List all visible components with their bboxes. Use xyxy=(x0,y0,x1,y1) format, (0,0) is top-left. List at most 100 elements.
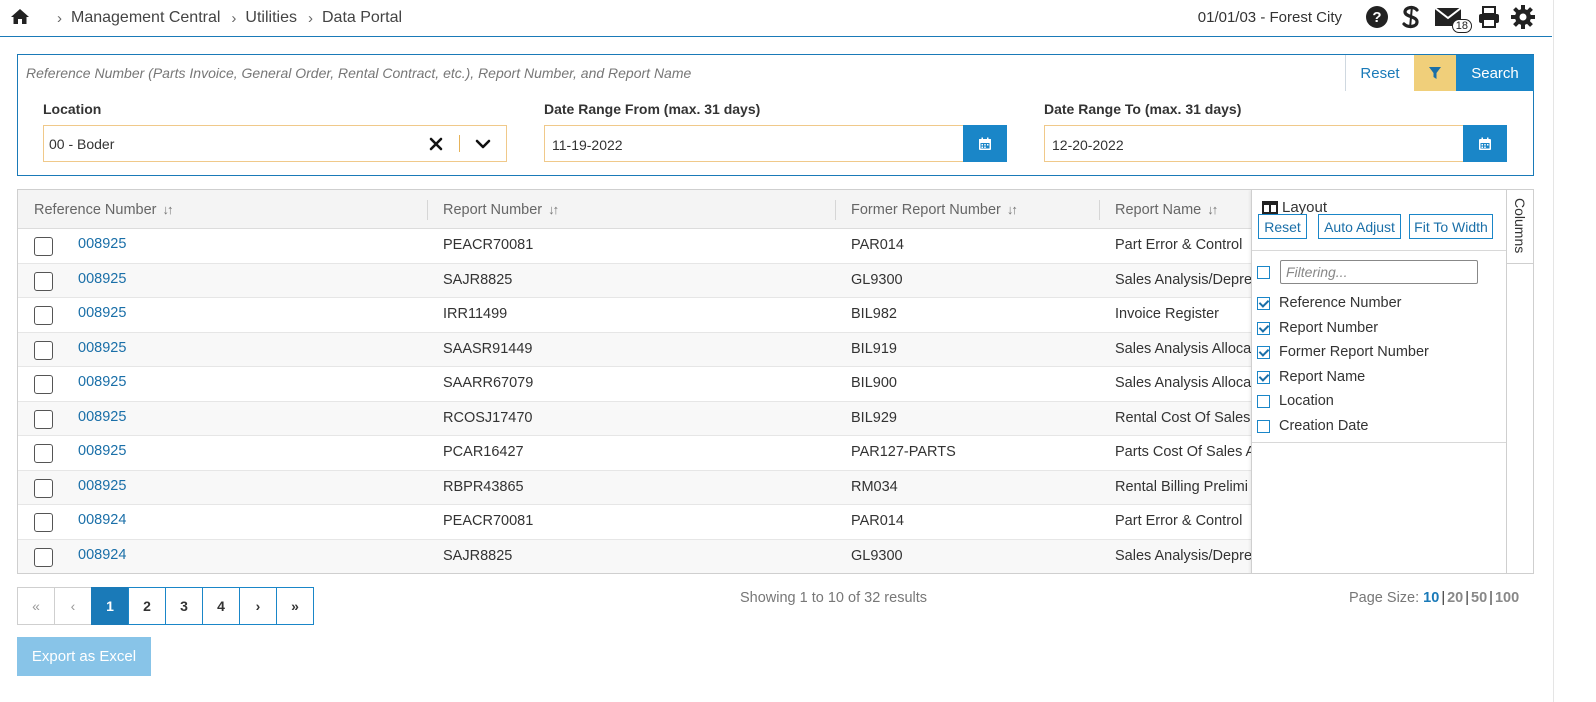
column-header-former-report-number[interactable]: Former Report Number ↓↑ xyxy=(851,190,1018,229)
column-toggle-label[interactable]: Creation Date xyxy=(1279,418,1368,434)
row-checkbox[interactable] xyxy=(34,547,53,567)
breadcrumb-management-central[interactable]: Management Central xyxy=(71,9,220,27)
report-name-cell: Invoice Register xyxy=(1115,306,1219,322)
export-excel-button[interactable]: Export as Excel xyxy=(17,637,151,676)
reference-number-link[interactable]: 008925 xyxy=(78,305,126,321)
former-report-number-cell: BIL900 xyxy=(851,375,897,391)
search-input[interactable] xyxy=(18,55,1344,91)
reference-number-link[interactable]: 008925 xyxy=(78,478,126,494)
auto-adjust-button[interactable]: Auto Adjust xyxy=(1318,214,1401,239)
column-toggle-label[interactable]: Report Name xyxy=(1279,369,1365,385)
pagination: « ‹ 1 2 3 4 › » xyxy=(17,587,314,625)
reference-number-link[interactable]: 008925 xyxy=(78,271,126,287)
column-toggle-label[interactable]: Reference Number xyxy=(1279,295,1402,311)
print-icon[interactable] xyxy=(1476,4,1502,30)
column-toggle-checkbox[interactable] xyxy=(1257,370,1270,384)
page-size-50[interactable]: 50 xyxy=(1471,590,1487,606)
page-4-button[interactable]: 4 xyxy=(202,587,240,625)
former-report-number-cell: GL9300 xyxy=(851,271,903,288)
row-checkbox[interactable] xyxy=(34,271,53,291)
next-page-button[interactable]: › xyxy=(239,587,277,625)
row-checkbox[interactable] xyxy=(34,306,53,325)
select-all-columns-checkbox[interactable] xyxy=(1257,266,1270,279)
page-3-button[interactable]: 3 xyxy=(165,587,203,625)
page-size-20[interactable]: 20 xyxy=(1447,590,1463,606)
svg-text:?: ? xyxy=(1372,9,1381,26)
reset-button[interactable]: Reset xyxy=(1345,55,1414,91)
page-size-10[interactable]: 10 xyxy=(1423,590,1439,606)
reference-number-link[interactable]: 008925 xyxy=(78,443,126,459)
clear-icon[interactable] xyxy=(427,135,445,153)
calendar-icon xyxy=(1479,137,1491,150)
column-toggle-checkbox[interactable] xyxy=(1257,346,1270,360)
fit-to-width-button[interactable]: Fit To Width xyxy=(1409,214,1493,239)
reference-number-link[interactable]: 008924 xyxy=(78,512,126,528)
column-header-label: Reference Number xyxy=(34,201,157,218)
reference-number-link[interactable]: 008925 xyxy=(78,374,126,390)
date-from-input[interactable]: 11-19-2022 xyxy=(544,125,964,162)
row-checkbox[interactable] xyxy=(34,444,53,463)
select-divider xyxy=(459,135,460,152)
sort-icon[interactable]: ↓↑ xyxy=(1207,202,1218,217)
row-checkbox[interactable] xyxy=(34,513,53,532)
help-icon[interactable]: ? xyxy=(1364,4,1390,30)
brand-s-icon[interactable] xyxy=(1398,4,1424,30)
report-name-cell: Sales Analysis Alloca xyxy=(1115,340,1252,357)
reference-number-link[interactable]: 008924 xyxy=(78,547,126,563)
last-page-button[interactable]: » xyxy=(276,587,314,625)
sort-icon[interactable]: ↓↑ xyxy=(163,202,174,217)
page-2-button[interactable]: 2 xyxy=(128,587,166,625)
row-checkbox[interactable] xyxy=(34,340,53,360)
former-report-number-cell: BIL919 xyxy=(851,340,897,357)
date-to-input[interactable]: 12-20-2022 xyxy=(1044,125,1464,162)
column-header-reference-number[interactable]: Reference Number ↓↑ xyxy=(34,190,174,229)
chevron-right-icon: › xyxy=(57,9,62,27)
chevron-down-icon[interactable] xyxy=(474,135,492,153)
date-to-calendar-button[interactable] xyxy=(1463,125,1507,162)
vertical-scrollbar[interactable] xyxy=(1552,0,1596,702)
page-1-button[interactable]: 1 xyxy=(91,587,129,625)
report-number-cell: RBPR43865 xyxy=(443,478,524,495)
report-number-cell: IRR11499 xyxy=(443,306,508,322)
column-header-label: Report Number xyxy=(443,201,543,218)
column-toggle-label[interactable]: Report Number xyxy=(1279,320,1378,336)
page-size-100[interactable]: 100 xyxy=(1495,590,1519,606)
column-toggle-label[interactable]: Former Report Number xyxy=(1279,344,1429,360)
column-toggle-checkbox[interactable] xyxy=(1257,321,1270,335)
column-toggle-checkbox[interactable] xyxy=(1257,420,1270,433)
reference-number-link[interactable]: 008925 xyxy=(78,340,126,356)
layout-reset-button[interactable]: Reset xyxy=(1258,214,1307,239)
mail-icon[interactable]: 18 xyxy=(1432,4,1472,33)
report-number-cell: SAARR67079 xyxy=(443,375,534,391)
home-icon[interactable] xyxy=(10,7,30,27)
row-checkbox[interactable] xyxy=(34,375,53,394)
row-checkbox[interactable] xyxy=(34,478,53,498)
date-location-label[interactable]: 01/01/03 - Forest City xyxy=(1198,9,1342,26)
column-toggle-label[interactable]: Location xyxy=(1279,393,1334,409)
settings-gear-icon[interactable] xyxy=(1510,4,1536,30)
breadcrumb-utilities[interactable]: Utilities xyxy=(245,9,297,27)
column-filter-input[interactable] xyxy=(1280,260,1478,284)
sort-icon[interactable]: ↓↑ xyxy=(548,202,559,217)
filter-toggle-button[interactable] xyxy=(1414,55,1456,91)
report-number-cell: SAASR91449 xyxy=(443,340,533,357)
row-checkbox[interactable] xyxy=(34,237,53,256)
column-toggle-checkbox[interactable] xyxy=(1257,395,1270,409)
location-select[interactable]: 00 - Boder xyxy=(43,125,507,162)
column-header-report-number[interactable]: Report Number ↓↑ xyxy=(443,190,559,229)
prev-page-button[interactable]: ‹ xyxy=(54,587,92,625)
sort-icon[interactable]: ↓↑ xyxy=(1007,202,1018,217)
column-header-report-name[interactable]: Report Name ↓↑ xyxy=(1115,190,1218,229)
top-bar: › Management Central › Utilities › Data … xyxy=(0,0,1552,37)
row-checkbox[interactable] xyxy=(34,409,53,429)
chevron-right-icon: › xyxy=(307,9,313,27)
report-number-cell: PEACR70081 xyxy=(443,513,534,529)
mail-count-badge: 18 xyxy=(1451,19,1472,33)
first-page-button[interactable]: « xyxy=(17,587,55,625)
column-toggle-checkbox[interactable] xyxy=(1257,297,1270,310)
reference-number-link[interactable]: 008925 xyxy=(78,236,126,252)
reference-number-link[interactable]: 008925 xyxy=(78,409,126,425)
search-button[interactable]: Search xyxy=(1456,55,1534,91)
date-from-calendar-button[interactable] xyxy=(963,125,1007,162)
columns-tab[interactable]: Columns xyxy=(1506,190,1533,573)
